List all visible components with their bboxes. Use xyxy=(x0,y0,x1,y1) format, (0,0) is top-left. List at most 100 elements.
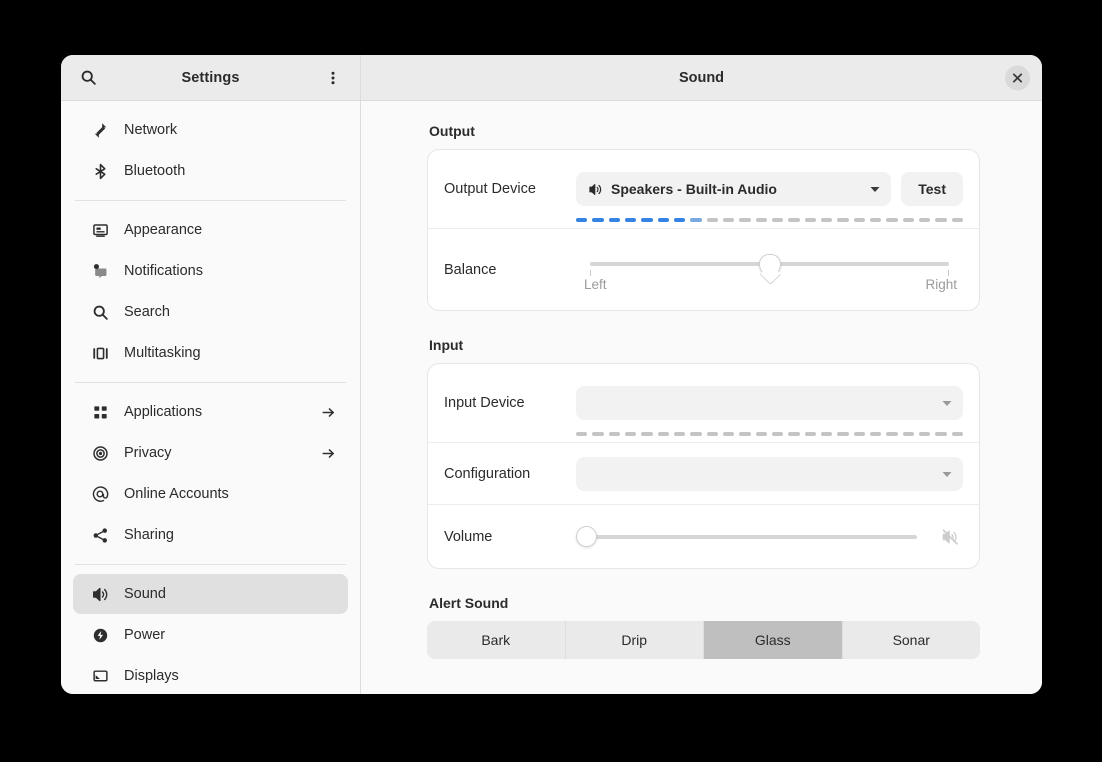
sidebar-item-network[interactable]: Network xyxy=(73,110,348,150)
sidebar-separator xyxy=(75,200,346,201)
level-meter-segment xyxy=(820,432,833,436)
sidebar-item-notifications[interactable]: Notifications xyxy=(73,251,348,291)
configuration-dropdown[interactable] xyxy=(576,456,963,491)
sidebar-item-label: Bluetooth xyxy=(124,163,186,179)
output-device-dropdown[interactable]: Speakers - Built-in Audio xyxy=(576,172,892,206)
level-meter-segment xyxy=(837,218,849,222)
level-meter-segment xyxy=(755,218,767,222)
level-meter-segment xyxy=(788,218,800,222)
balance-tick-left xyxy=(590,269,591,276)
sidebar-group: Appearance Notifications Search Multitas… xyxy=(61,210,360,373)
chevron-down-icon xyxy=(941,468,953,480)
test-button[interactable]: Test xyxy=(901,172,963,206)
output-device-label: Output Device xyxy=(444,181,536,197)
level-meter-segment xyxy=(673,218,686,222)
alert-sound-option-glass[interactable]: Glass xyxy=(704,621,843,659)
sidebar-item-bluetooth[interactable]: Bluetooth xyxy=(73,151,348,191)
sound-icon xyxy=(89,583,111,605)
close-icon[interactable] xyxy=(1005,65,1030,90)
sidebar-item-multitasking[interactable]: Multitasking xyxy=(73,333,348,373)
configuration-label: Configuration xyxy=(444,465,531,482)
input-device-dropdown[interactable] xyxy=(576,386,963,420)
sidebar-item-displays[interactable]: Displays xyxy=(73,656,348,694)
input-section-title: Input xyxy=(429,337,464,353)
sidebar-item-sharing[interactable]: Sharing xyxy=(73,515,348,555)
level-meter-segment xyxy=(837,432,849,436)
alert-sound-option-bark[interactable]: Bark xyxy=(427,621,566,659)
balance-right-label: Right xyxy=(925,276,957,292)
level-meter-segment xyxy=(641,432,653,436)
settings-window: Settings Sound Network Bluetooth Appeara… xyxy=(61,55,1042,694)
level-meter-segment xyxy=(690,432,702,436)
privacy-icon xyxy=(89,442,111,464)
notifications-icon xyxy=(89,260,111,282)
alert-sound-section-title: Alert Sound xyxy=(429,595,509,611)
level-meter-segment xyxy=(951,218,963,222)
sidebar-item-label: Appearance xyxy=(124,222,203,238)
volume-row: Volume xyxy=(428,504,979,568)
level-meter-segment xyxy=(804,218,816,222)
output-device-controls: Speakers - Built-in Audio Test xyxy=(576,172,963,206)
sidebar-item-appearance[interactable]: Appearance xyxy=(73,210,348,250)
volume-slider[interactable] xyxy=(576,524,963,550)
sidebar-item-sound[interactable]: Sound xyxy=(73,574,348,614)
volume-slider-handle[interactable] xyxy=(576,525,597,547)
sidebar-item-power[interactable]: Power xyxy=(73,615,348,655)
balance-slider-handle[interactable] xyxy=(758,253,781,276)
level-meter-segment xyxy=(624,218,637,222)
level-meter-segment xyxy=(902,432,914,436)
level-meter-segment xyxy=(935,218,947,222)
output-section-title: Output xyxy=(429,123,475,139)
sidebar-item-search[interactable]: Search xyxy=(73,292,348,332)
volume-track xyxy=(586,534,917,539)
speaker-muted-icon[interactable] xyxy=(941,528,959,546)
appearance-icon xyxy=(89,219,111,241)
level-meter-segment xyxy=(657,218,669,222)
level-meter-segment xyxy=(788,432,800,436)
sharing-icon xyxy=(89,524,111,546)
sidebar-item-label: Sound xyxy=(124,586,166,602)
level-meter-segment xyxy=(706,218,718,222)
sidebar-item-label: Applications xyxy=(124,404,203,420)
input-level-meter xyxy=(576,432,963,436)
sidebar-item-privacy[interactable]: Privacy xyxy=(73,433,348,473)
volume-controls xyxy=(576,524,963,550)
sidebar-item-applications[interactable]: Applications xyxy=(73,392,348,432)
configuration-row: Configuration xyxy=(428,442,979,504)
chevron-right-icon xyxy=(321,446,336,461)
alert-sound-option-sonar[interactable]: Sonar xyxy=(843,621,981,659)
sidebar-item-label: Search xyxy=(124,304,170,320)
sidebar-item-online-accounts[interactable]: Online Accounts xyxy=(73,474,348,514)
output-level-meter xyxy=(576,218,963,222)
level-meter-segment xyxy=(918,218,931,222)
level-meter-segment xyxy=(918,432,931,436)
balance-slider[interactable]: Left Right xyxy=(576,248,963,292)
menu-vertical-dots-icon[interactable] xyxy=(320,65,346,91)
power-icon xyxy=(89,624,111,646)
sidebar-item-label: Sharing xyxy=(124,527,174,543)
alert-sound-option-drip[interactable]: Drip xyxy=(566,621,704,659)
header-bar: Settings Sound xyxy=(61,55,1042,101)
level-meter-segment xyxy=(641,218,653,222)
sidebar-title: Settings xyxy=(181,69,240,86)
level-meter-segment xyxy=(608,218,620,222)
level-meter-segment xyxy=(820,218,833,222)
level-meter-segment xyxy=(592,432,604,436)
level-meter-segment xyxy=(706,432,718,436)
applications-icon xyxy=(89,401,111,423)
configuration-controls xyxy=(576,456,963,491)
level-meter-segment xyxy=(624,432,637,436)
search-icon[interactable] xyxy=(75,65,101,91)
sidebar-item-label: Network xyxy=(124,122,178,138)
network-icon xyxy=(89,119,111,141)
window-body: Network Bluetooth Appearance Notificatio… xyxy=(61,101,1042,694)
sidebar[interactable]: Network Bluetooth Appearance Notificatio… xyxy=(61,101,361,694)
main-content: Output Output Device Speakers - Built-in… xyxy=(361,101,1042,694)
level-meter-segment xyxy=(576,432,588,436)
multitasking-icon xyxy=(89,342,111,364)
level-meter-segment xyxy=(869,432,882,436)
chevron-right-icon xyxy=(321,405,336,420)
alert-sound-segmented-control[interactable]: Bark Drip Glass Sonar xyxy=(427,621,980,659)
speaker-icon xyxy=(588,182,603,197)
output-device-row: Output Device Speakers - Built-in Audio xyxy=(428,150,979,228)
